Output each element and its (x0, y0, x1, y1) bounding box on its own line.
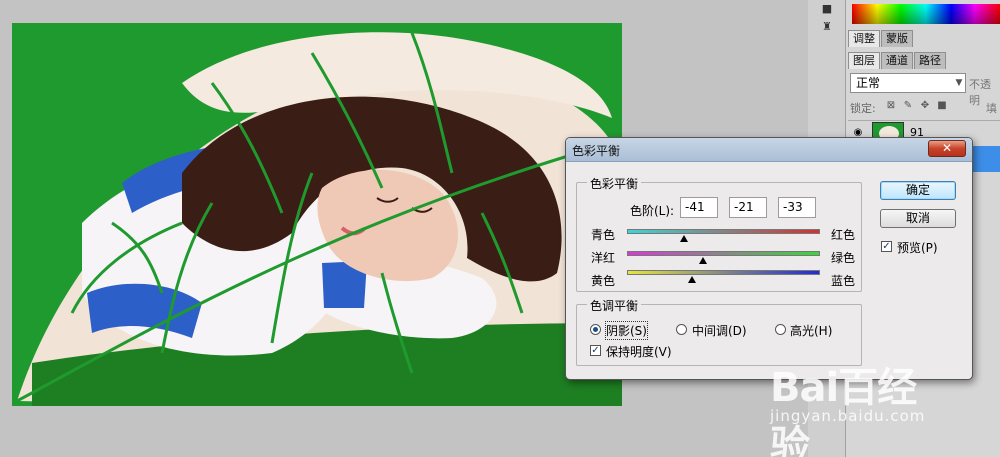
yellow-blue-slider[interactable] (627, 270, 820, 275)
preview-label[interactable]: 预览(P) (897, 239, 938, 256)
lock-label: 锁定: (850, 102, 876, 115)
tool-icon[interactable]: ■ (820, 2, 834, 16)
dialog-title: 色彩平衡 (572, 144, 621, 158)
tab-layers[interactable]: 图层 (848, 52, 880, 69)
highlights-radio[interactable] (775, 324, 786, 335)
preview-checkbox[interactable]: ✓ (881, 241, 892, 252)
slider-handle[interactable] (687, 276, 696, 283)
highlights-label[interactable]: 高光(H) (790, 322, 832, 339)
levels-label: 色阶(L): (630, 204, 675, 218)
level-input-1[interactable]: -41 (680, 197, 718, 218)
red-label: 红色 (831, 228, 856, 242)
watermark-url: jingyan.baidu.com (770, 407, 926, 425)
group-title: 色彩平衡 (587, 175, 642, 192)
tab-channels[interactable]: 通道 (881, 52, 913, 69)
cyan-red-slider[interactable] (627, 229, 820, 234)
blue-label: 蓝色 (831, 274, 856, 288)
midtones-label[interactable]: 中间调(D) (692, 322, 747, 339)
blend-mode-select[interactable]: 正常 (850, 73, 966, 93)
preserve-luminosity-label[interactable]: 保持明度(V) (606, 343, 672, 360)
shadows-radio[interactable] (590, 324, 601, 335)
fill-label: 填 (986, 102, 997, 115)
cyan-label: 青色 (591, 228, 616, 242)
level-input-3[interactable]: -33 (778, 197, 816, 218)
green-label: 绿色 (831, 251, 856, 265)
color-balance-dialog: 色彩平衡 ✕ 色彩平衡 色阶(L): -41 -21 -33 青色 红色 洋红 … (565, 137, 973, 380)
shadows-label[interactable]: 阴影(S) (605, 321, 648, 340)
dialog-titlebar[interactable]: 色彩平衡 ✕ (566, 138, 972, 162)
image-canvas[interactable] (12, 23, 622, 406)
tab-adjust[interactable]: 调整 (848, 30, 880, 47)
baidu-watermark: Bai百经验 jingyan.baidu.com (770, 355, 950, 457)
adjust-tabs: 调整 蒙版 (848, 30, 914, 47)
lock-move-icon[interactable]: ✥ (919, 100, 931, 112)
cancel-button[interactable]: 取消 (880, 209, 956, 228)
ok-button[interactable]: 确定 (880, 181, 956, 200)
yellow-label: 黄色 (591, 274, 616, 288)
close-icon: ✕ (941, 141, 953, 155)
stamp-icon[interactable]: ♜ (820, 20, 834, 34)
magenta-label: 洋红 (591, 251, 616, 265)
group-title: 色调平衡 (587, 297, 642, 314)
color-balance-group: 色彩平衡 (576, 175, 862, 292)
color-spectrum[interactable] (852, 4, 1000, 24)
layers-tabs: 图层 通道 路径 (848, 52, 947, 69)
slider-handle[interactable] (699, 257, 708, 264)
tab-paths[interactable]: 路径 (914, 52, 946, 69)
lock-all-icon[interactable]: ■ (936, 100, 948, 112)
magenta-green-slider[interactable] (627, 251, 820, 256)
close-button[interactable]: ✕ (928, 140, 966, 157)
tab-mask[interactable]: 蒙版 (881, 30, 913, 47)
baidu-logo: Bai百经验 (770, 365, 917, 457)
slider-handle[interactable] (679, 235, 688, 242)
lock-transparent-icon[interactable]: ⊠ (885, 100, 897, 112)
lock-brush-icon[interactable]: ✎ (902, 100, 914, 112)
chevron-down-icon[interactable]: ▼ (953, 74, 965, 92)
midtones-radio[interactable] (676, 324, 687, 335)
level-input-2[interactable]: -21 (729, 197, 767, 218)
preserve-luminosity-checkbox[interactable]: ✓ (590, 345, 601, 356)
photo-artwork (12, 23, 622, 406)
